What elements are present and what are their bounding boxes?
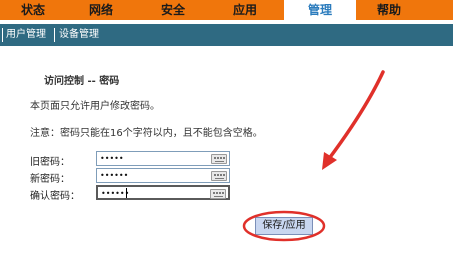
subnav-item-user-management[interactable]: 用户管理 [6, 24, 46, 46]
confirm-password-label: 确认密码： [30, 191, 80, 202]
new-password-label: 新密码： [30, 174, 70, 185]
nav-tab-help[interactable]: 帮助 [356, 0, 422, 20]
nav-tab-status[interactable]: 状态 [2, 0, 64, 20]
old-password-field[interactable]: ••••• [96, 151, 230, 166]
top-nav-bar: 状态 网络 安全 应用 管理 帮助 [0, 0, 453, 25]
subnav-item-device-management[interactable]: 设备管理 [59, 24, 99, 46]
old-password-label: 旧密码： [30, 157, 70, 168]
old-password-value: ••••• [100, 154, 124, 163]
password-note: 注意：密码只能在16个字符以内，且不能包含空格。 [30, 128, 263, 139]
nav-tab-security[interactable]: 安全 [140, 0, 206, 20]
new-password-value: •••••• [100, 171, 129, 180]
subnav-divider [54, 28, 55, 42]
keyboard-icon[interactable] [211, 171, 227, 181]
keyboard-icon[interactable] [211, 154, 227, 164]
annotation-arrow-icon [326, 70, 385, 162]
confirm-password-field[interactable]: •••••• [96, 185, 230, 200]
page-title: 访问控制 -- 密码 [44, 76, 120, 87]
text-caret [126, 188, 127, 198]
annotation-arrowhead-icon [322, 152, 337, 170]
page-description: 本页面只允许用户修改密码。 [30, 101, 160, 112]
nav-tab-network[interactable]: 网络 [68, 0, 134, 20]
subnav-divider [2, 28, 3, 42]
nav-tab-applications[interactable]: 应用 [212, 0, 278, 20]
nav-tab-management[interactable]: 管理 [284, 0, 356, 25]
sub-nav-bar: 用户管理 设备管理 [0, 24, 453, 46]
new-password-field[interactable]: •••••• [96, 168, 230, 183]
keyboard-icon[interactable] [210, 189, 226, 199]
save-apply-button[interactable]: 保存/应用 [255, 217, 313, 235]
